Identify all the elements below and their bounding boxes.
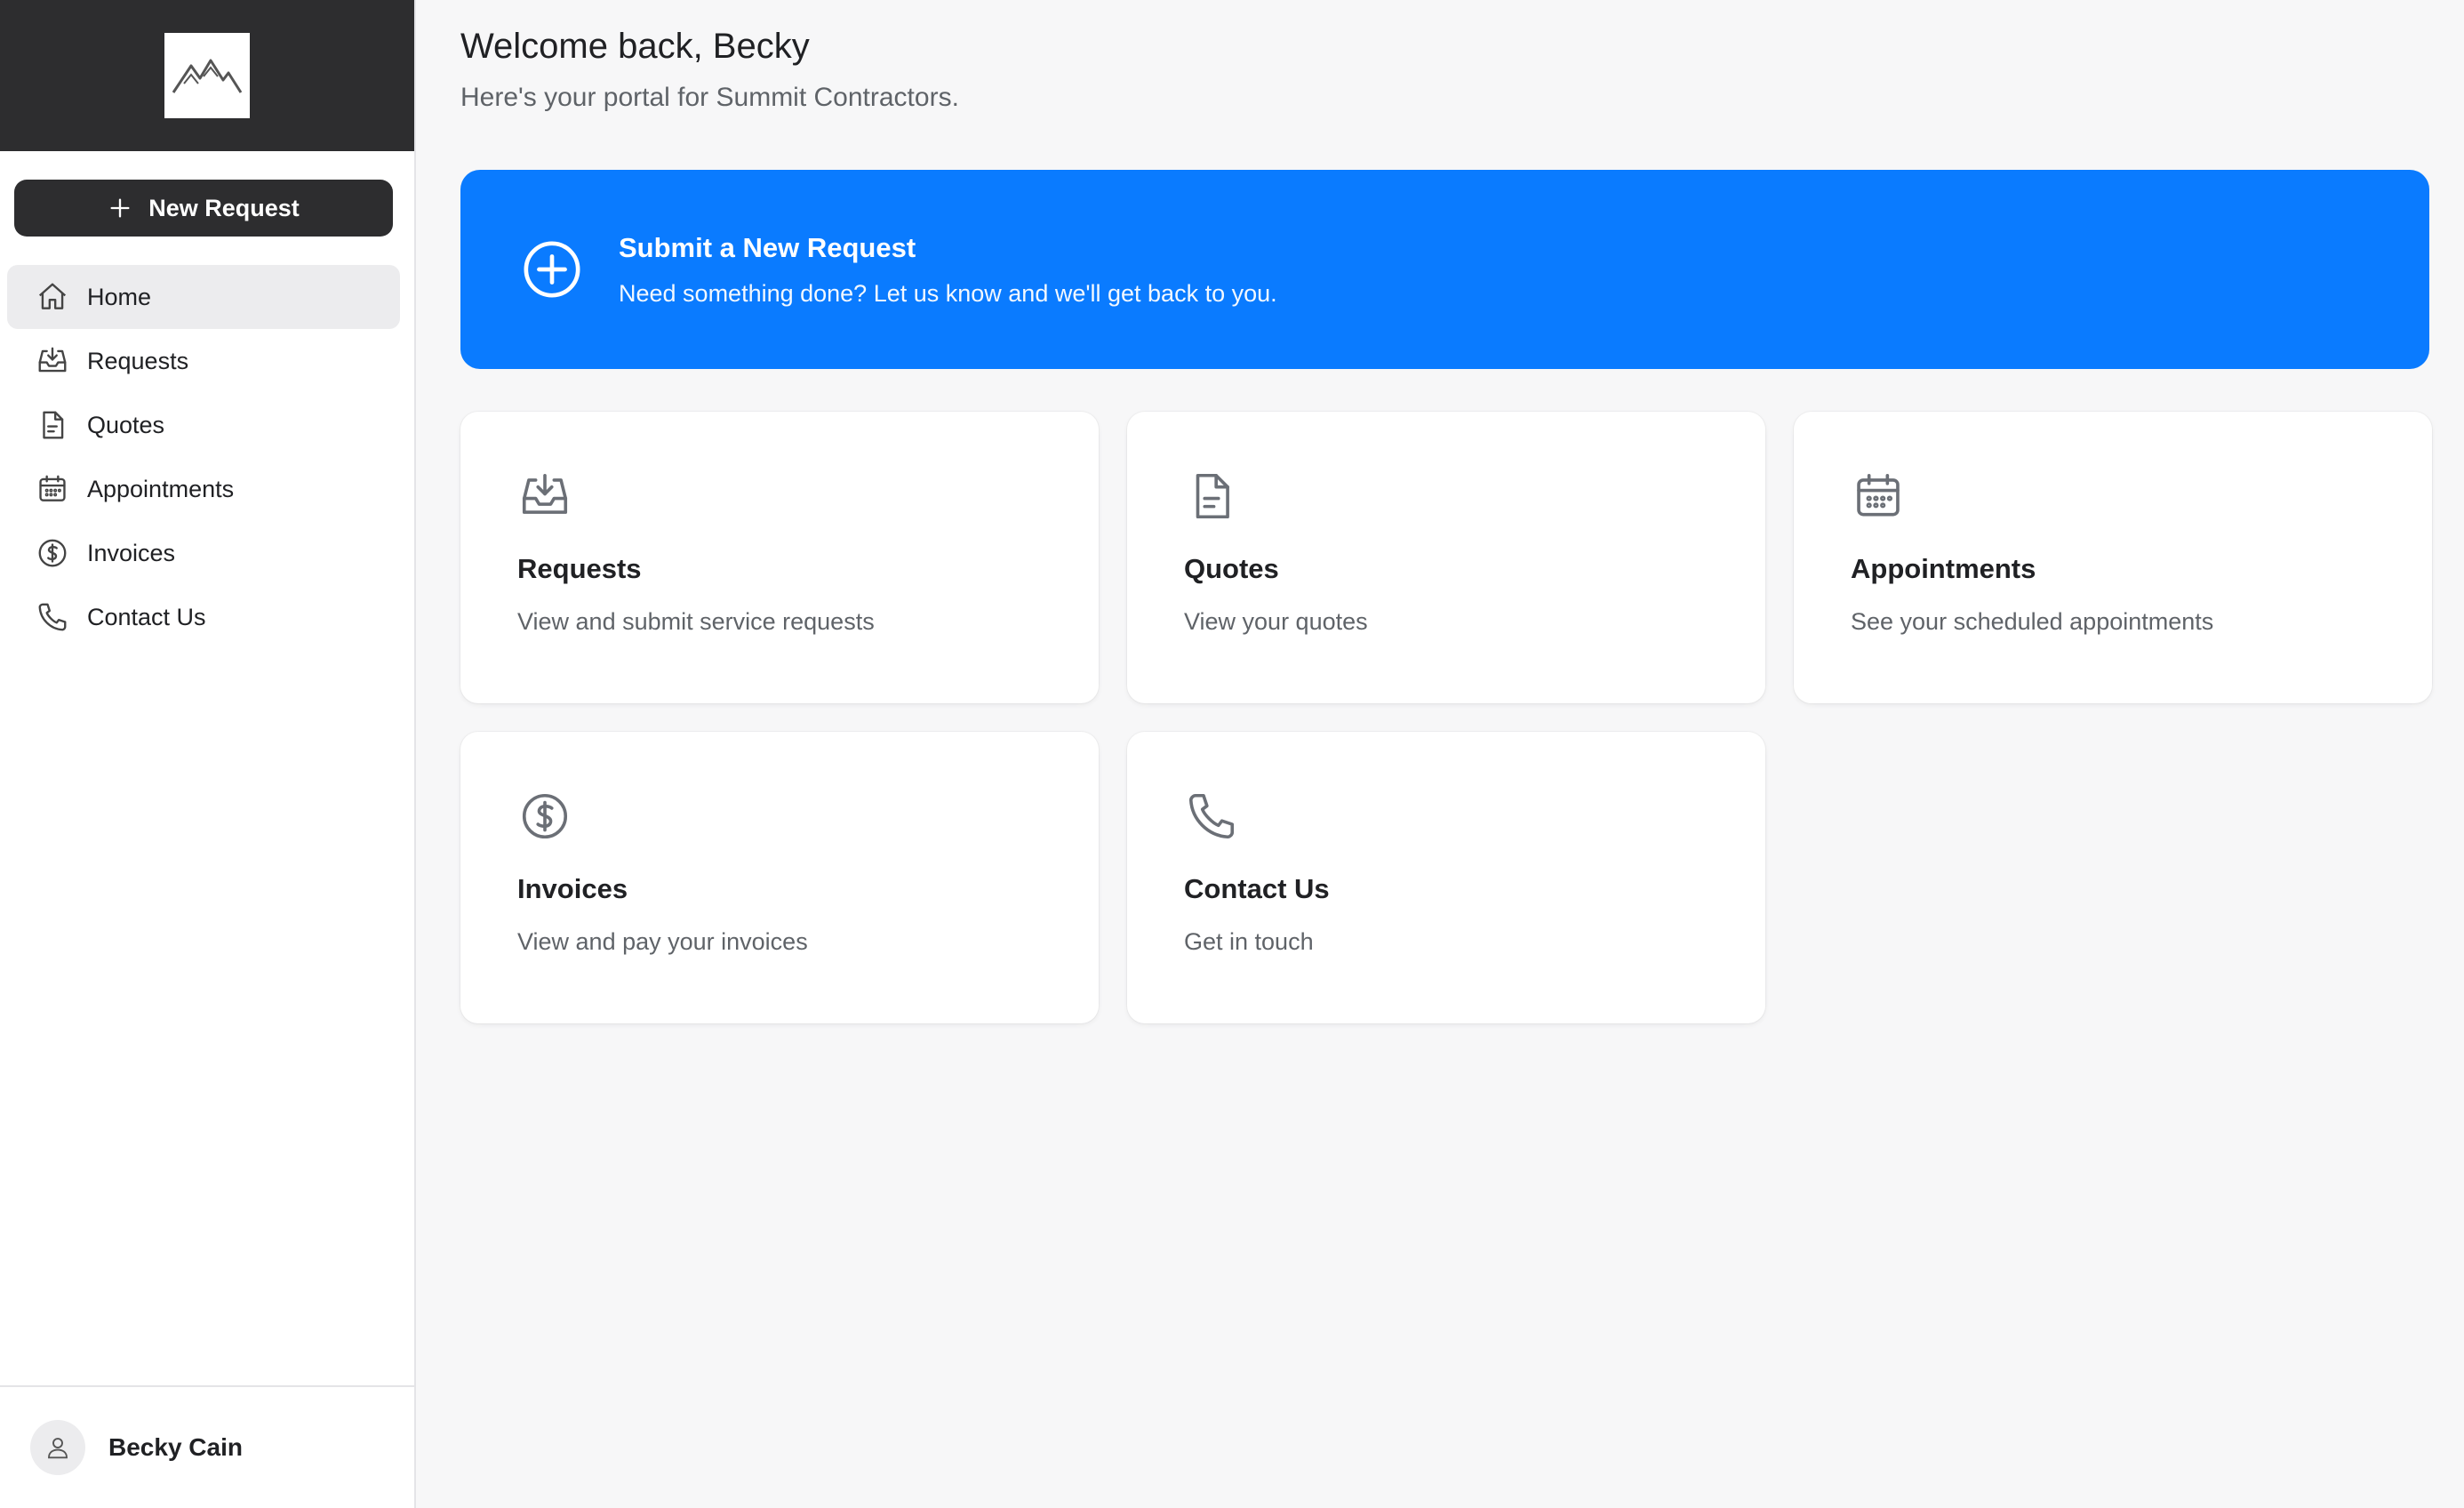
sidebar-header (0, 0, 414, 151)
user-name: Becky Cain (108, 1433, 243, 1461)
card-description: View and pay your invoices (517, 928, 808, 955)
page-subtitle: Here's your portal for Summit Contractor… (460, 83, 959, 112)
card-description: View and submit service requests (517, 608, 875, 635)
app-shell: New Request Home Requests Quotes Appoint… (0, 0, 2464, 1508)
page-title: Welcome back, Becky (460, 27, 810, 66)
avatar (30, 1420, 85, 1475)
card-appointments[interactable]: Appointments See your scheduled appointm… (1794, 412, 2432, 703)
sidebar-item-label: Invoices (87, 539, 176, 566)
dollar-icon (522, 793, 568, 839)
submit-request-banner[interactable]: Submit a New Request Need something done… (460, 170, 2429, 369)
banner-description: Need something done? Let us know and we'… (619, 279, 1277, 307)
document-icon (1196, 473, 1229, 519)
user-icon (48, 1438, 68, 1459)
dollar-icon (38, 539, 67, 567)
card-title: Contact Us (1184, 873, 1330, 904)
calendar-icon (1857, 473, 1900, 517)
sidebar-item-label: Quotes (87, 411, 165, 438)
home-icon (38, 283, 67, 309)
plus-icon (110, 198, 130, 218)
card-description: See your scheduled appointments (1851, 608, 2214, 635)
card-quotes[interactable]: Quotes View your quotes (1127, 412, 1765, 703)
plus-circle-icon (524, 241, 580, 298)
card-requests[interactable]: Requests View and submit service request… (460, 412, 1099, 703)
banner-title: Submit a New Request (619, 231, 916, 263)
sidebar-item-label: Home (87, 283, 152, 310)
sidebar-item-label: Contact Us (87, 603, 206, 630)
new-request-button[interactable]: New Request (14, 180, 393, 237)
sidebar-item-quotes[interactable]: Quotes (7, 393, 400, 457)
document-icon (43, 411, 64, 439)
sidebar-item-home[interactable]: Home (7, 265, 400, 329)
sidebar-item-invoices[interactable]: Invoices (7, 521, 400, 585)
card-invoices[interactable]: Invoices View and pay your invoices (460, 732, 1099, 1023)
sidebar-item-appointments[interactable]: Appointments (7, 457, 400, 521)
card-description: View your quotes (1184, 608, 1368, 635)
phone-icon (38, 603, 67, 631)
phone-icon (1188, 793, 1235, 839)
sidebar-item-label: Requests (87, 347, 189, 374)
sidebar-item-label: Appointments (87, 475, 235, 502)
card-contact-us[interactable]: Contact Us Get in touch (1127, 732, 1765, 1023)
card-title: Invoices (517, 873, 628, 904)
main-content: Welcome back, Becky Here's your portal f… (416, 0, 2464, 1508)
card-grid: Requests View and submit service request… (460, 412, 2432, 1023)
mountain-logo-icon (172, 59, 243, 93)
sidebar-item-contact-us[interactable]: Contact Us (7, 585, 400, 649)
calendar-icon (39, 475, 66, 501)
inbox-icon (522, 473, 568, 514)
user-profile[interactable]: Becky Cain (0, 1385, 414, 1508)
card-title: Appointments (1851, 553, 2036, 584)
sidebar: New Request Home Requests Quotes Appoint… (0, 0, 416, 1508)
inbox-icon (38, 347, 67, 373)
company-logo[interactable] (164, 33, 250, 118)
sidebar-item-requests[interactable]: Requests (7, 329, 400, 393)
sidebar-nav: Home Requests Quotes Appointments Invoic… (0, 265, 414, 649)
banner-text: Submit a New Request Need something done… (619, 232, 1277, 308)
card-title: Quotes (1184, 553, 1279, 584)
new-request-label: New Request (148, 194, 300, 221)
card-description: Get in touch (1184, 928, 1314, 955)
card-title: Requests (517, 553, 642, 584)
